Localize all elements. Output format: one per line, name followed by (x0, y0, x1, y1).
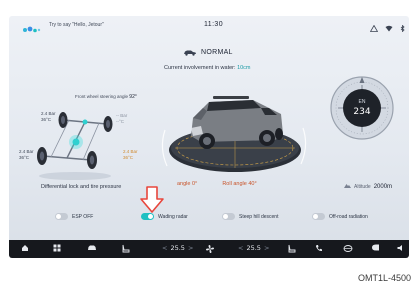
roll-label: Roll angle (222, 181, 247, 187)
rl-pressure: 2.4 Bar (19, 149, 34, 154)
esp-off-label: ESP OFF (72, 213, 94, 220)
offroad-radiation-label: Off-road radiation (329, 213, 368, 220)
altitude-readout: Altitude 2000m (344, 183, 392, 190)
vehicle-display: Try to say "Hello, Jetour" 11:30 NORMAL … (9, 16, 409, 258)
offroad-toggles: ESP OFF Wading radar Steep hill descent … (9, 213, 409, 225)
fr-pressure: -- Bar (116, 113, 128, 118)
seat-heat-icon[interactable] (121, 244, 130, 253)
offroad-radiation-switch[interactable] (312, 213, 325, 220)
steering-label: Front wheel steering angle (75, 94, 129, 99)
differential-lock-label: Differential lock and tire pressure (41, 184, 122, 190)
tire-rear-right (87, 151, 97, 169)
roll-value: 40° (248, 181, 257, 187)
bluetooth-icon (400, 19, 405, 37)
pitch-label: angle (177, 181, 191, 187)
compass: EN 234 (329, 75, 395, 146)
fr-temp: --°C (116, 119, 125, 124)
fan-icon[interactable] (205, 244, 215, 254)
chassis-diagram: 2.4 Bar 36°C -- Bar --°C 2.4 Bar 36°C 2.… (19, 102, 144, 189)
attitude-angles: angle 0° Roll angle 40° (177, 181, 257, 187)
home-icon[interactable] (21, 244, 29, 252)
figure-code: OMT1L-4500 (357, 273, 411, 283)
compass-heading: 234 (353, 107, 370, 117)
tire-front-right (103, 116, 113, 132)
clock: 11:30 (204, 21, 223, 28)
voice-assistant-icon[interactable] (22, 21, 44, 39)
status-bar: Try to say "Hello, Jetour" 11:30 (9, 16, 409, 34)
apps-icon[interactable] (53, 244, 61, 252)
rr-pressure: 2.4 Bar (123, 149, 138, 154)
rr-temp: 36°C (123, 155, 134, 160)
voice-hint-text: Try to say "Hello, Jetour" (49, 22, 104, 28)
warning-icon (369, 19, 379, 37)
steep-hill-descent-label: Steep hill descent (239, 213, 279, 220)
mountain-icon (344, 183, 351, 190)
callout-arrow-icon (139, 186, 165, 219)
water-value: 10cm (237, 65, 251, 71)
car-icon[interactable] (87, 244, 97, 252)
phone-icon[interactable] (315, 244, 323, 252)
temp-left-value: 25.5 (170, 244, 185, 252)
volume-icon[interactable] (397, 244, 405, 252)
wifi-icon (385, 19, 393, 37)
temp-left-control[interactable]: <25.5 > (159, 244, 196, 252)
toggle-esp-off[interactable]: ESP OFF (55, 213, 93, 220)
steering-angle: Front wheel steering angle 92° (75, 94, 137, 100)
drive-mode[interactable]: NORMAL (183, 43, 233, 61)
altitude-label: Altitude (354, 183, 371, 190)
mirror-icon[interactable] (371, 244, 380, 251)
drive-mode-name: NORMAL (201, 48, 233, 56)
steep-hill-descent-switch[interactable] (222, 213, 235, 220)
temp-right-control[interactable]: <25.5 > (235, 244, 272, 252)
pitch-value: 0° (192, 181, 198, 187)
steering-value: 92° (129, 94, 137, 100)
esp-off-switch[interactable] (55, 213, 68, 220)
water-label: Current involvement in water: (164, 65, 236, 71)
seat-icon[interactable] (287, 244, 296, 253)
rl-temp: 36°C (19, 155, 30, 160)
car-mode-icon (183, 43, 197, 61)
compass-direction: EN (359, 99, 366, 105)
water-involvement: Current involvement in water: 10cm (164, 65, 251, 71)
fl-temp: 36°C (41, 117, 52, 122)
bottom-dock: <25.5 > <25.5 > (9, 240, 409, 258)
fl-pressure: 2.4 Bar (41, 111, 56, 116)
tire-rear-left (37, 147, 47, 165)
tire-front-left (58, 112, 68, 128)
toggle-offroad-radiation[interactable]: Off-road radiation (312, 213, 368, 220)
system-icons (369, 19, 405, 37)
vehicle-attitude-view (157, 78, 307, 183)
altitude-value: 2000m (373, 183, 393, 190)
toggle-steep-hill-descent[interactable]: Steep hill descent (222, 213, 278, 220)
steering-wheel-heat-icon[interactable] (343, 244, 353, 252)
temp-right-value: 25.5 (246, 244, 261, 252)
